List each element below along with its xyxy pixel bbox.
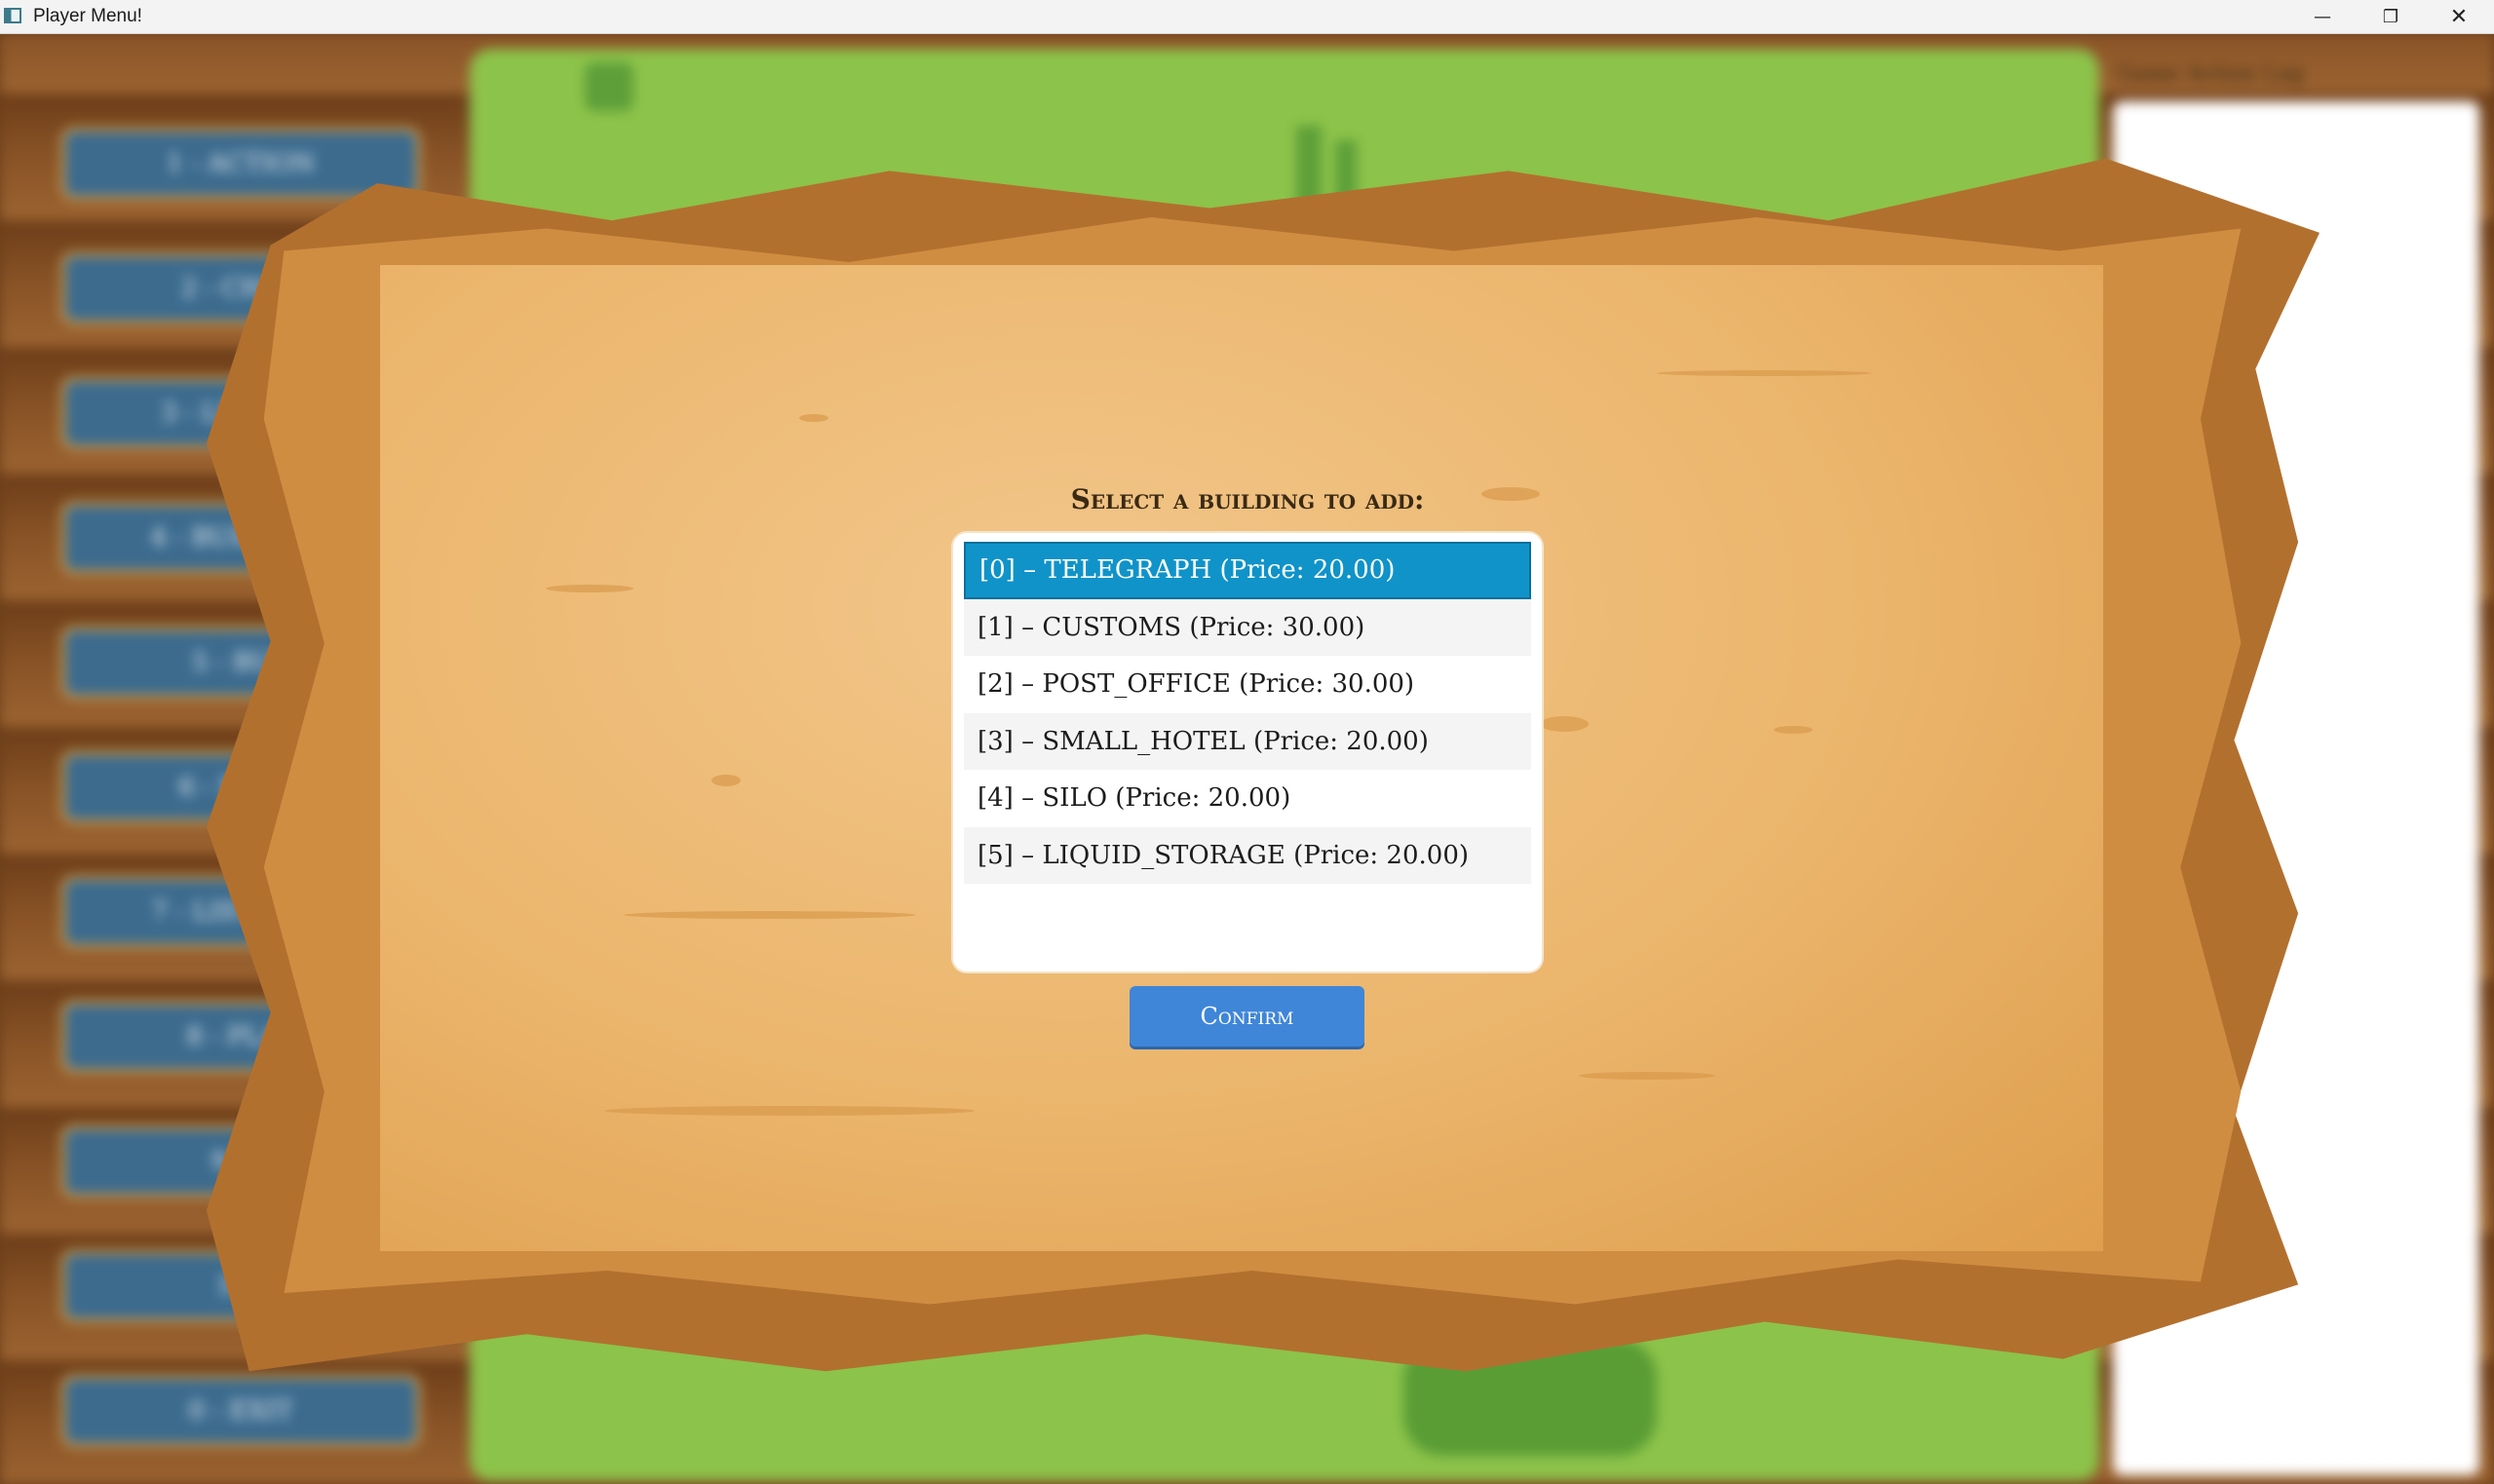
wood-grain	[624, 911, 916, 919]
wood-grain	[1540, 716, 1589, 732]
wood-grain	[1657, 370, 1871, 376]
game-log-title: Game Action Log	[2117, 62, 2304, 87]
title-bar: Player Menu! — ❐ ✕	[0, 0, 2494, 34]
building-option-small-hotel[interactable]: [3] – SMALL_HOTEL (Price: 20.00)	[964, 712, 1531, 770]
building-option-silo[interactable]: [4] – SILO (Price: 20.00)	[964, 770, 1531, 827]
app-icon	[4, 8, 21, 23]
wood-grain	[1579, 1072, 1715, 1080]
player-menu-window: Player Menu! — ❐ ✕ Game Action Log 1 - A…	[0, 0, 2494, 1484]
wood-grain	[546, 585, 633, 592]
building-option-liquid-storage[interactable]: [5] – LIQUID_STORAGE (Price: 20.00)	[964, 826, 1531, 884]
building-option-customs[interactable]: [1] – CUSTOMS (Price: 30.00)	[964, 598, 1531, 656]
wood-grain	[799, 414, 828, 422]
field-decoration	[585, 62, 633, 111]
minimize-button[interactable]: —	[2288, 0, 2357, 33]
maximize-button[interactable]: ❐	[2357, 0, 2425, 33]
building-option-telegraph[interactable]: [0] – TELEGRAPH (Price: 20.00)	[964, 542, 1531, 599]
dialog-title: Select a building to add:	[1070, 483, 1425, 515]
close-button[interactable]: ✕	[2425, 0, 2493, 33]
confirm-button[interactable]: Confirm	[1130, 986, 1364, 1046]
building-list[interactable]: [0] – TELEGRAPH (Price: 20.00) [1] – CUS…	[953, 533, 1542, 971]
wood-grain	[604, 1106, 975, 1116]
wood-grain	[711, 775, 741, 786]
wood-grain	[1774, 726, 1813, 734]
side-menu-button: 0 - EXIT	[60, 1374, 421, 1448]
empty-list-row	[964, 884, 1531, 941]
building-option-post-office[interactable]: [2] – POST_OFFICE (Price: 30.00)	[964, 656, 1531, 713]
window-title: Player Menu!	[33, 6, 142, 26]
